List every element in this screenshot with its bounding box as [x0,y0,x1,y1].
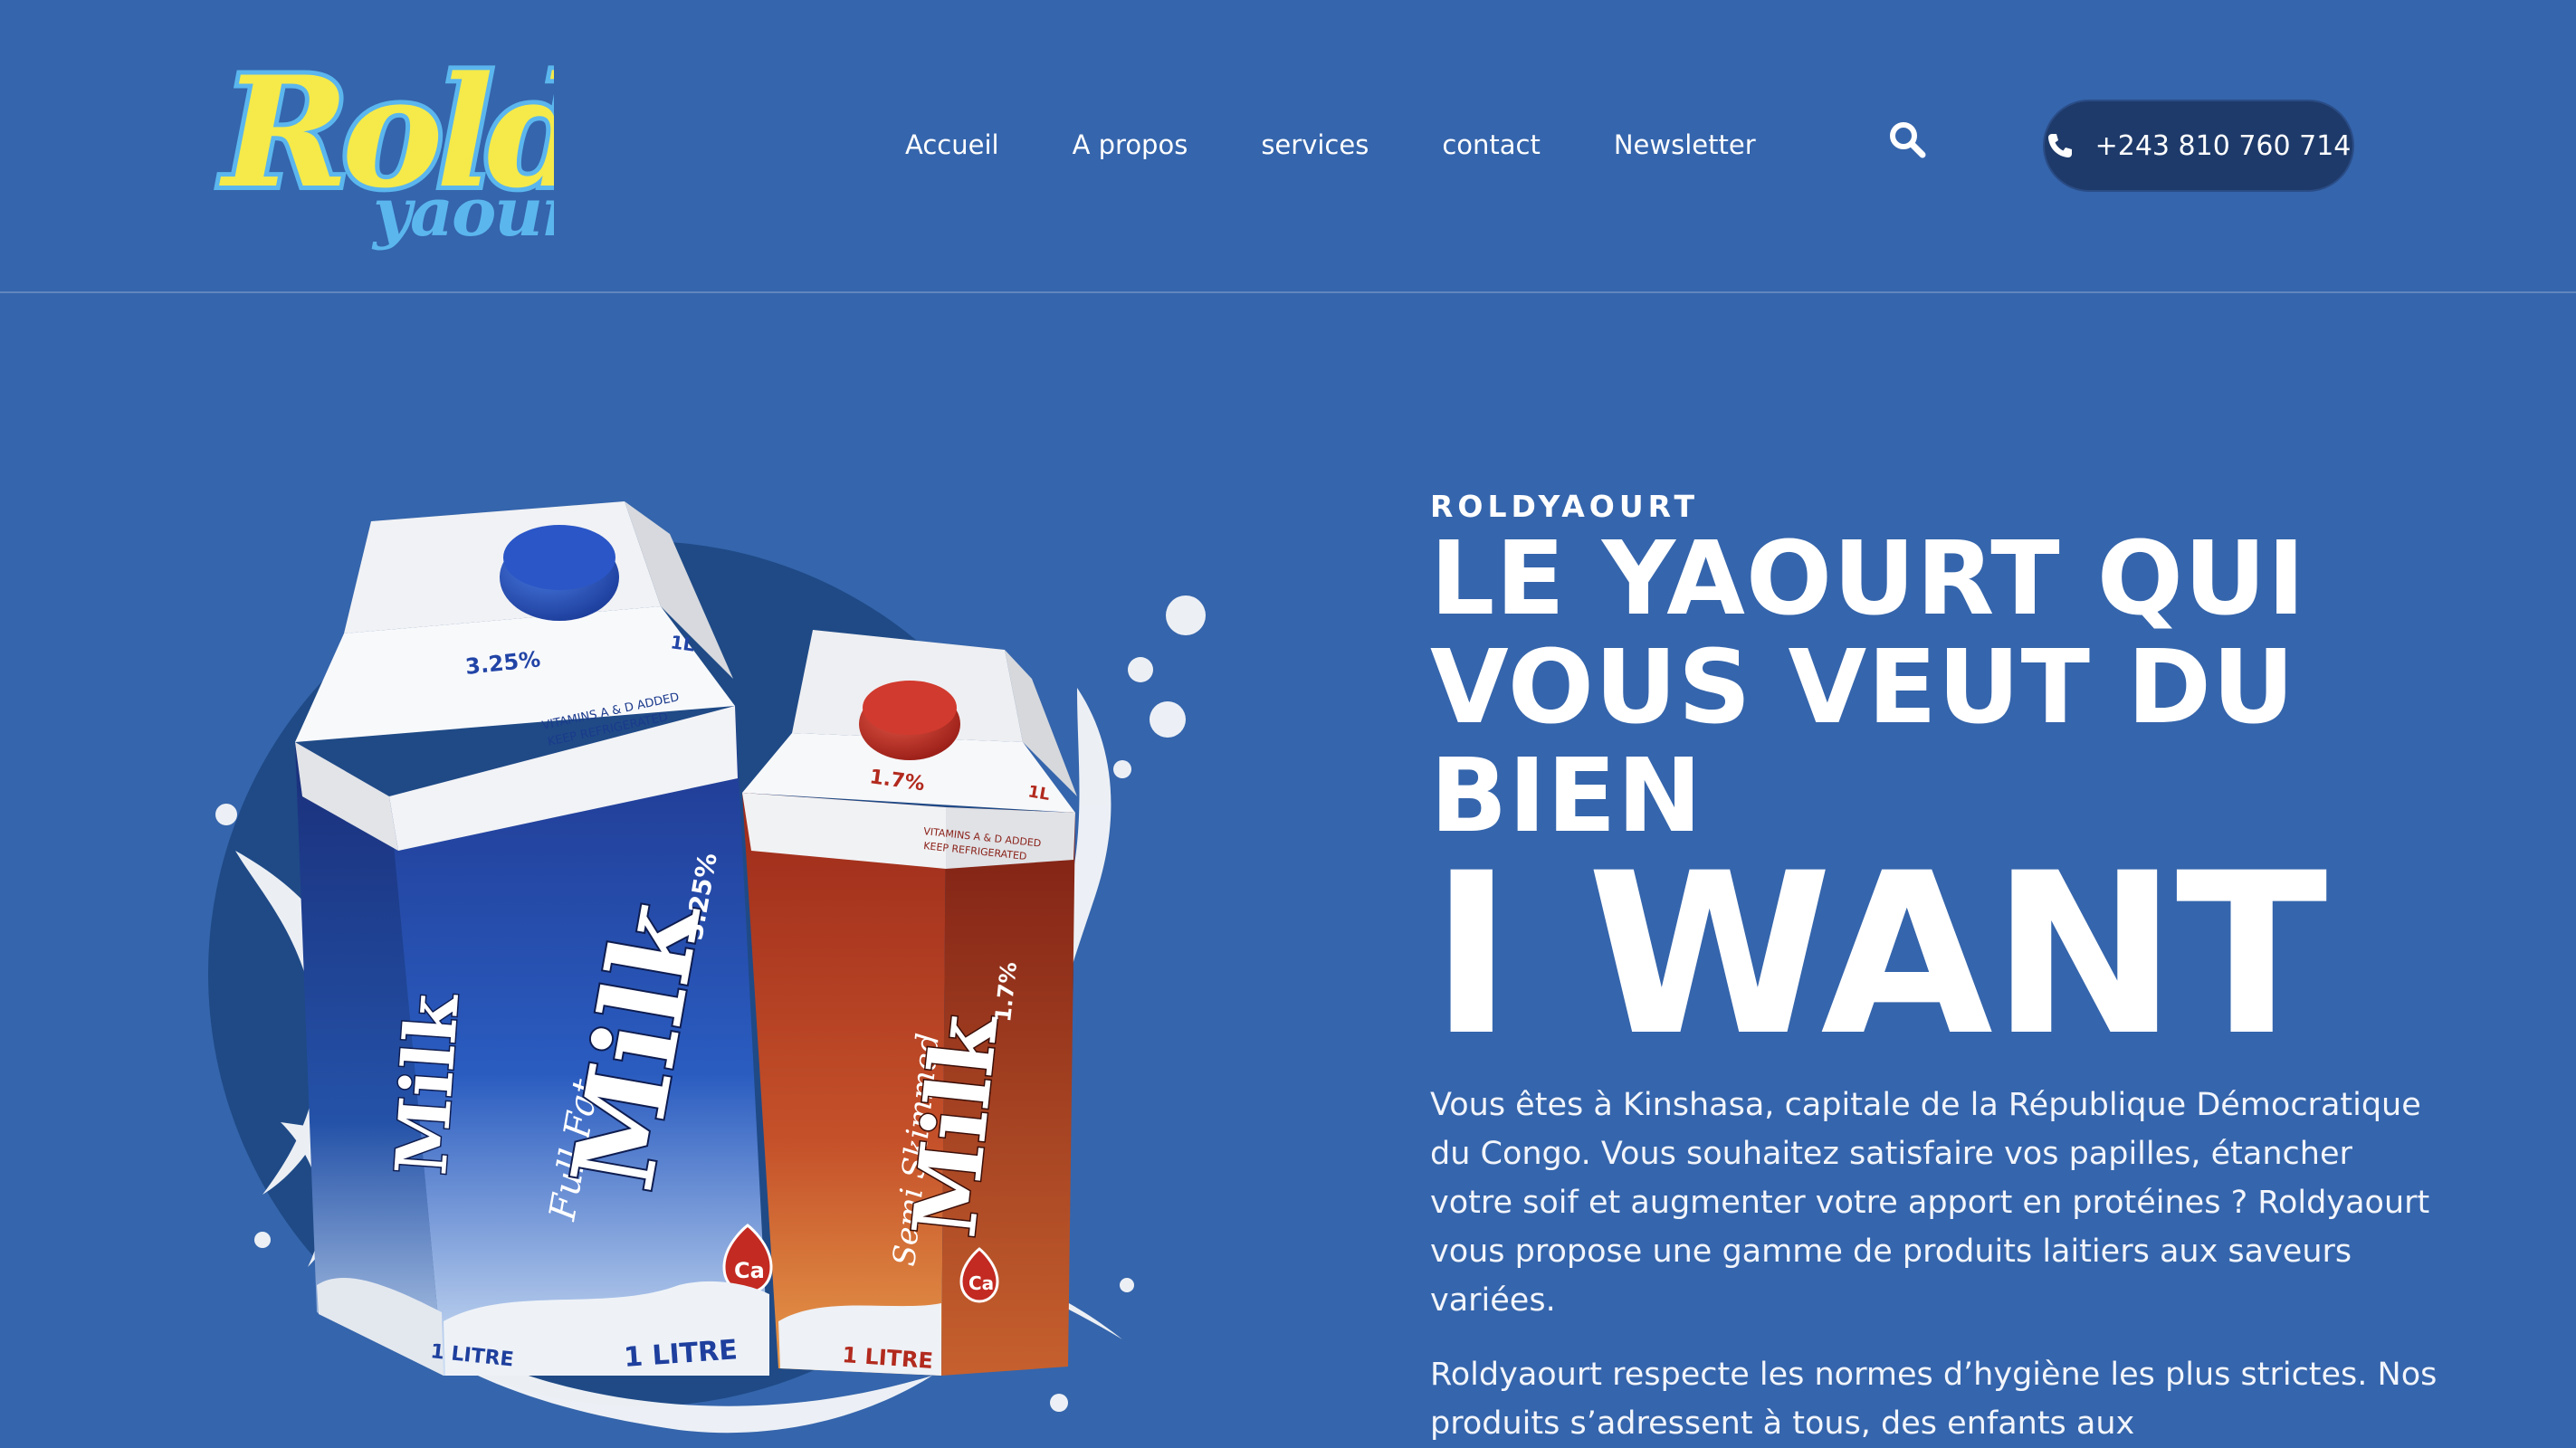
hero-paragraph-1: Vous êtes à Kinshasa, capitale de la Rép… [1430,1087,2430,1319]
main-nav: Accueil A propos services contact Newsle… [905,127,1756,163]
hero-eyebrow: ROLDYAOURT [1430,489,1700,524]
carton-1-volume: 1L [669,631,696,656]
carton-2-badge: Ca [968,1272,994,1294]
hero-paragraph-2: Roldyaourt respecte les normes d’hygiène… [1430,1357,2438,1442]
carton-semi-skimmed: 1.7% 1L VITAMINS A & D ADDED KEEP REFRIG… [742,630,1077,1376]
nav-item-newsletter[interactable]: Newsletter [1614,129,1756,160]
site-header: Rold yaourt Accueil A propos services co… [0,0,2576,293]
hero-headline-line-2: VOUS VEUT DU [1430,629,2295,747]
carton-1-badge: Ca [734,1258,765,1283]
carton-2-volume: 1L [1026,782,1051,805]
nav-item-services[interactable]: services [1261,129,1369,160]
nav-item-a-propos[interactable]: A propos [1073,129,1188,160]
roldyaourt-logo[interactable]: Rold yaourt [210,9,554,281]
hero-headline: LE YAOURT QUI VOUS VEUT DU BIEN [1430,525,2444,851]
phone-cta-button[interactable]: +243 810 760 714 [2043,100,2354,192]
nav-item-contact[interactable]: contact [1442,129,1541,160]
phone-icon [2046,132,2074,159]
hero-text: ROLDYAOURT LE YAOURT QUI VOUS VEUT DU BI… [1430,489,2444,1448]
carton-1-name-side: Milk [380,990,475,1177]
hero-headline-line-1: LE YAOURT QUI [1430,520,2306,638]
logo-sub: yaourt [371,174,554,252]
search-icon[interactable] [1887,119,1927,159]
phone-number: +243 810 760 714 [2094,129,2352,162]
nav-item-accueil[interactable]: Accueil [905,129,999,160]
carton-full-fat: 3.25% 1L VITAMINS A & D ADDED KEEP REFRI… [295,501,773,1376]
product-image: 1.7% 1L VITAMINS A & D ADDED KEEP REFRIG… [208,471,1240,1446]
hero-big-word: I WANT [1430,826,2328,1085]
